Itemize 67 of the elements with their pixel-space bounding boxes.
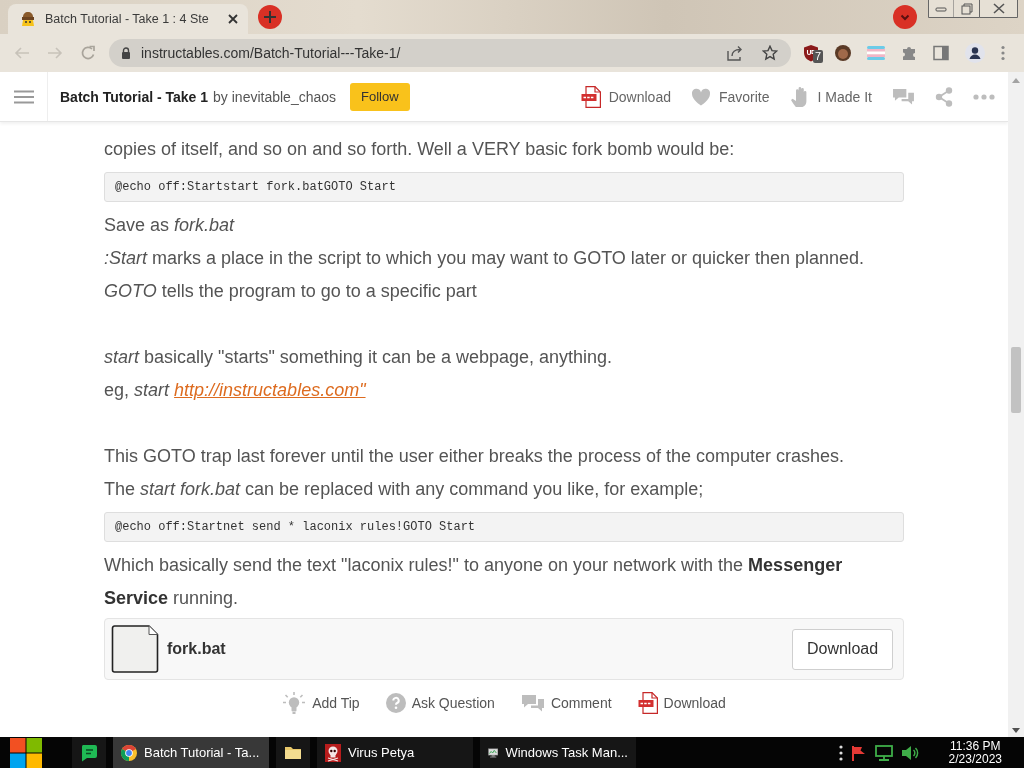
paragraph-text: Which basically send the text "laconix rules!" to anyone on your network with the Messenger Service running.	[104, 554, 844, 610]
avatar-icon[interactable]	[835, 45, 851, 61]
file-icon	[111, 625, 159, 673]
speaker-icon[interactable]	[900, 744, 919, 761]
browser-icon	[121, 744, 137, 761]
taskbar-button[interactable]: Batch Tutorial - Ta...	[113, 737, 269, 768]
robot-icon	[20, 11, 36, 27]
scroll-down-icon[interactable]	[1012, 728, 1020, 733]
heart-icon	[690, 87, 711, 106]
menu-icon[interactable]	[13, 89, 34, 104]
flag-icon[interactable]	[850, 744, 867, 761]
scrollbar[interactable]	[1008, 72, 1024, 737]
download-button[interactable]: Download	[792, 628, 893, 670]
taskbar-button[interactable]: Windows Task Man...	[480, 737, 636, 768]
download-button[interactable]: Download	[637, 692, 726, 714]
skull-icon	[325, 743, 341, 762]
author-byline[interactable]: by inevitable_chaos	[213, 88, 337, 105]
taskbar-button[interactable]	[276, 737, 310, 768]
chat-icon	[80, 743, 98, 762]
browser-tab[interactable]: Batch Tutorial - Take 1 : 4 Ste	[8, 4, 248, 34]
paragraph-text: The start fork.bat can be replaced with any command you like, for example;	[104, 478, 705, 501]
taskbar-button[interactable]	[72, 737, 106, 768]
display-icon[interactable]	[874, 744, 893, 761]
follow-button[interactable]: Follow	[350, 82, 410, 111]
paragraph-text: eg, start http://instructables.com"	[104, 379, 368, 402]
close-icon[interactable]	[980, 0, 1018, 18]
lightbulb-icon	[282, 691, 307, 715]
favorite-button[interactable]: Favorite	[690, 87, 770, 106]
code-block: @echo off:Startnet send * laconix rules!GOTO Start	[104, 512, 904, 542]
more-icon[interactable]	[838, 744, 843, 761]
add-tip-button[interactable]: Add Tip	[282, 691, 360, 715]
taskbar-button[interactable]: Virus Petya	[317, 737, 473, 768]
windows-logo-icon[interactable]	[10, 737, 42, 768]
share-icon[interactable]	[726, 45, 744, 61]
address-bar[interactable]: instructables.com/Batch-Tutorial---Take-1/	[109, 39, 791, 67]
clock-date[interactable]: 2/23/2023	[948, 752, 1002, 766]
paragraph-text: Save as fork.bat	[104, 214, 236, 237]
puzzle-icon[interactable]	[901, 45, 917, 61]
restore-icon[interactable]	[954, 0, 980, 18]
paragraph-text: start basically "starts" something it can be a webpage, anything.	[104, 346, 614, 369]
star-icon[interactable]	[762, 45, 778, 61]
folder-icon	[284, 745, 302, 760]
question-icon	[385, 693, 406, 713]
scrollbar-thumb[interactable]	[1011, 347, 1021, 413]
clock-time[interactable]: 11:36 PM	[950, 739, 1001, 753]
profile-icon[interactable]	[965, 43, 985, 63]
paragraph-text: :Start marks a place in the script to which you may want to GOTO later or quicker then planned.	[104, 247, 866, 270]
extension-badge: 7	[813, 50, 824, 63]
document-icon	[637, 692, 658, 714]
lock-icon	[121, 47, 131, 59]
speech-bubbles-icon	[520, 693, 545, 713]
download-button[interactable]: Download	[580, 85, 671, 108]
code-block: @echo off:Startstart fork.batGOTO Start	[104, 172, 904, 202]
paragraph-text: This GOTO trap last forever until the user either breaks the process of the computer crashes.	[104, 445, 845, 468]
chevron-down-icon[interactable]	[893, 5, 917, 29]
side-panel-icon[interactable]	[933, 45, 949, 61]
ask-question-button[interactable]: Ask Question	[385, 693, 495, 713]
paragraph-text: copies of itself, and so on and so forth. Well a VERY basic fork bomb would be:	[104, 138, 736, 161]
new-tab-icon[interactable]	[258, 5, 282, 29]
file-name: fork.bat	[167, 639, 226, 659]
minimize-icon[interactable]	[928, 0, 954, 18]
comment-button[interactable]: Comment	[520, 693, 612, 713]
article-title: Batch Tutorial - Take 1	[60, 88, 209, 105]
close-icon[interactable]	[228, 14, 238, 24]
paragraph-text: GOTO tells the program to go to a specific part	[104, 280, 478, 303]
document-icon	[580, 85, 601, 108]
made-it-button[interactable]: I Made It	[789, 85, 872, 108]
